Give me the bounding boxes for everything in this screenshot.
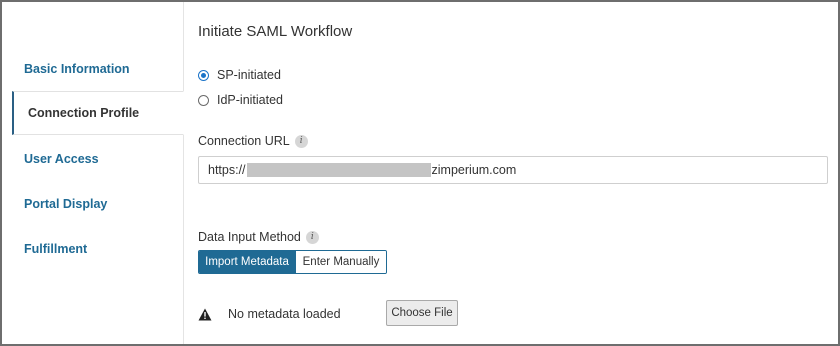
choose-file-button[interactable]: Choose File	[386, 300, 458, 326]
sidebar-item-label: Connection Profile	[28, 106, 140, 120]
sidebar-item-label: Fulfillment	[24, 242, 88, 256]
warning-icon	[198, 308, 212, 320]
radio-label: IdP-initiated	[217, 93, 284, 107]
data-input-method-toggle: Import Metadata Enter Manually	[198, 250, 387, 274]
sidebar-item-label: Basic Information	[24, 62, 130, 76]
radio-idp-initiated[interactable]: IdP-initiated	[198, 93, 283, 107]
url-prefix: https://	[208, 163, 246, 177]
sidebar-item-basic-information[interactable]: Basic Information	[2, 47, 183, 91]
sidebar-item-connection-profile[interactable]: Connection Profile	[12, 91, 184, 135]
url-suffix: zimperium.com	[431, 163, 517, 177]
info-icon[interactable]: i	[305, 230, 319, 244]
window-frame: Basic Information Connection Profile Use…	[0, 0, 840, 346]
radio-sp-initiated[interactable]: SP-initiated	[198, 68, 281, 82]
data-input-method-label-text: Data Input Method	[198, 230, 301, 244]
sidebar-item-fulfillment[interactable]: Fulfillment	[2, 227, 183, 271]
connection-url-label: Connection URL i	[198, 134, 308, 148]
sidebar-item-label: Portal Display	[24, 197, 108, 211]
connection-url-input[interactable]: https:// zimperium.com	[198, 156, 828, 184]
redacted-block	[246, 163, 431, 177]
metadata-status-text: No metadata loaded	[228, 307, 341, 321]
sidebar-item-portal-display[interactable]: Portal Display	[2, 182, 183, 226]
info-icon[interactable]: i	[294, 134, 308, 148]
connection-url-label-text: Connection URL	[198, 134, 290, 148]
page-title: Initiate SAML Workflow	[198, 23, 353, 40]
radio-button-checked[interactable]	[198, 69, 209, 81]
import-metadata-button[interactable]: Import Metadata	[199, 251, 295, 273]
radio-label: SP-initiated	[217, 68, 281, 82]
sidebar: Basic Information Connection Profile Use…	[2, 2, 184, 344]
metadata-status: No metadata loaded	[198, 307, 341, 321]
sidebar-item-user-access[interactable]: User Access	[2, 137, 183, 181]
main-panel: Initiate SAML Workflow SP-initiated IdP-…	[184, 2, 838, 344]
data-input-method-label: Data Input Method i	[198, 230, 319, 244]
enter-manually-button[interactable]: Enter Manually	[295, 251, 386, 273]
radio-button-unchecked[interactable]	[198, 94, 209, 106]
sidebar-item-label: User Access	[24, 152, 99, 166]
